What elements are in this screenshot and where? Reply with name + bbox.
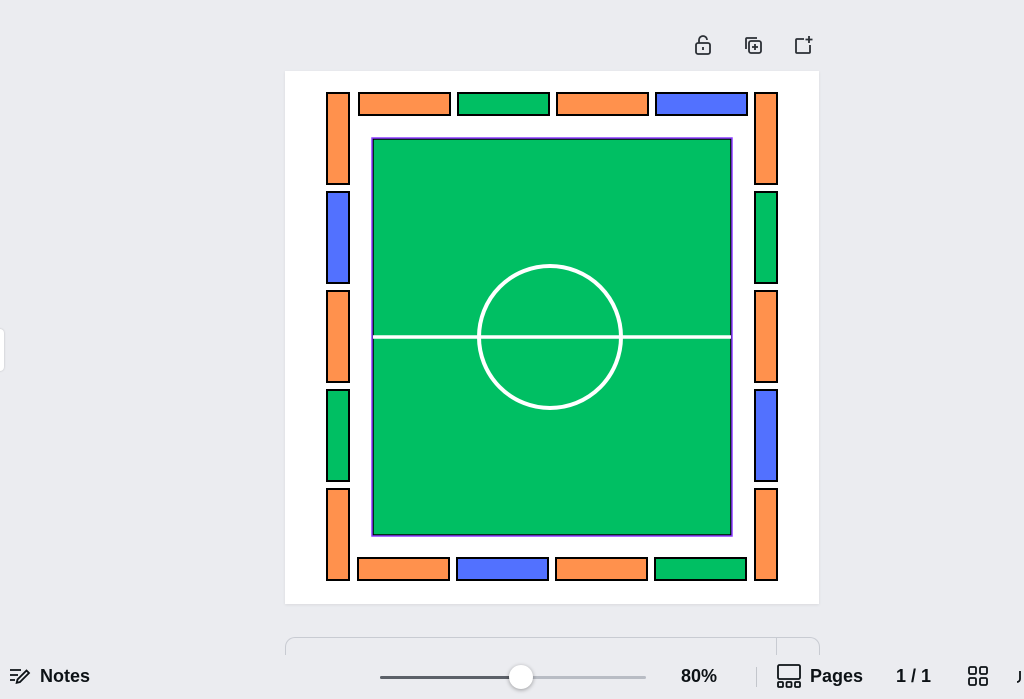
border-tile-right-4[interactable] bbox=[754, 389, 778, 482]
pitch-design bbox=[326, 92, 778, 581]
fullscreen-icon[interactable] bbox=[1014, 665, 1024, 689]
editor-workspace bbox=[0, 0, 1024, 668]
notes-icon bbox=[10, 669, 31, 685]
pages-icon bbox=[777, 664, 801, 688]
zoom-slider[interactable] bbox=[380, 664, 646, 690]
border-tile-right-5[interactable] bbox=[754, 488, 778, 581]
design-page[interactable] bbox=[285, 71, 819, 604]
grid-view-icon bbox=[968, 666, 988, 686]
border-tile-top-3[interactable] bbox=[556, 92, 649, 116]
footer-divider bbox=[756, 667, 757, 687]
preview-divider bbox=[776, 638, 777, 656]
add-page-icon[interactable] bbox=[790, 32, 816, 58]
border-tile-left-1[interactable] bbox=[326, 92, 350, 185]
border-tile-bottom-4[interactable] bbox=[654, 557, 747, 581]
border-tile-left-2[interactable] bbox=[326, 191, 350, 284]
border-tile-left-3[interactable] bbox=[326, 290, 350, 383]
border-tile-top-4[interactable] bbox=[655, 92, 748, 116]
editor-footer: Notes 80% Pages 1 / 1 bbox=[0, 655, 1024, 699]
zoom-fill bbox=[380, 676, 521, 679]
pages-label: Pages bbox=[810, 665, 864, 686]
grid-view-button[interactable] bbox=[966, 664, 992, 690]
notes-button[interactable]: Notes bbox=[8, 665, 90, 687]
border-tile-bottom-1[interactable] bbox=[357, 557, 450, 581]
unlock-icon[interactable] bbox=[690, 32, 716, 58]
border-tile-top-1[interactable] bbox=[358, 92, 451, 116]
notes-label: Notes bbox=[40, 665, 91, 686]
border-tile-left-4[interactable] bbox=[326, 389, 350, 482]
side-panel-handle[interactable] bbox=[0, 329, 4, 371]
zoom-percentage[interactable]: 80% bbox=[681, 666, 717, 687]
border-tile-right-3[interactable] bbox=[754, 290, 778, 383]
border-tile-left-5[interactable] bbox=[326, 488, 350, 581]
border-tile-bottom-2[interactable] bbox=[456, 557, 549, 581]
zoom-thumb[interactable] bbox=[508, 665, 533, 689]
border-tile-top-2[interactable] bbox=[457, 92, 550, 116]
border-tile-right-1[interactable] bbox=[754, 92, 778, 185]
border-tile-right-2[interactable] bbox=[754, 191, 778, 284]
page-actions bbox=[690, 32, 816, 58]
border-tile-bottom-3[interactable] bbox=[555, 557, 648, 581]
page-count: 1 / 1 bbox=[896, 666, 932, 686]
duplicate-page-icon[interactable] bbox=[740, 32, 766, 58]
pages-button[interactable]: Pages bbox=[776, 663, 863, 689]
